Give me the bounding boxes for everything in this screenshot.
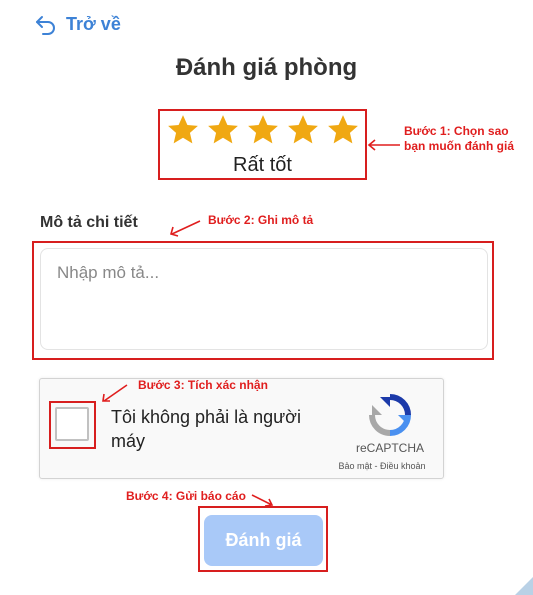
back-link[interactable]: Trở về xyxy=(34,12,121,36)
detail-label: Mô tả chi tiết xyxy=(40,214,138,231)
recaptcha-links[interactable]: Bảo mật - Điều khoản xyxy=(322,461,442,471)
step2-annotation: Bước 2: Ghi mô tả xyxy=(208,213,314,227)
step1-annotation-line2: bạn muốn đánh giá xyxy=(404,139,514,153)
star-icon-2[interactable] xyxy=(206,113,240,147)
star-icon-5[interactable] xyxy=(326,113,360,147)
submit-review-button[interactable]: Đánh giá xyxy=(204,515,323,566)
star-icon-1[interactable] xyxy=(166,113,200,147)
corner-decoration xyxy=(515,577,533,595)
recaptcha-brand: reCAPTCHA xyxy=(355,441,424,455)
step1-annotation-line1: Bước 1: Chọn sao xyxy=(404,124,509,138)
star-icon-4[interactable] xyxy=(286,113,320,147)
page-title: Đánh giá phòng xyxy=(175,54,358,81)
step3-arrow-icon xyxy=(102,384,128,402)
step1-annotation: Bước 1: Chọn sao bạn muốn đánh giá xyxy=(404,124,514,154)
recaptcha-logo-icon xyxy=(369,394,411,436)
description-textarea[interactable] xyxy=(40,248,488,350)
star-icon-3[interactable] xyxy=(246,113,280,147)
back-arrow-icon xyxy=(36,16,55,35)
step2-arrow-icon xyxy=(170,220,201,237)
recaptcha-checkbox[interactable] xyxy=(55,407,89,441)
step4-annotation: Bước 4: Gửi báo cáo xyxy=(126,489,246,503)
recaptcha-label: Tôi không phải là người máy xyxy=(111,407,301,451)
star-rating[interactable] xyxy=(166,113,360,147)
rating-label: Rất tốt xyxy=(233,154,292,176)
step1-arrow-icon xyxy=(367,139,400,151)
step3-annotation: Bước 3: Tích xác nhận xyxy=(138,378,268,392)
back-label: Trở về xyxy=(66,13,121,34)
